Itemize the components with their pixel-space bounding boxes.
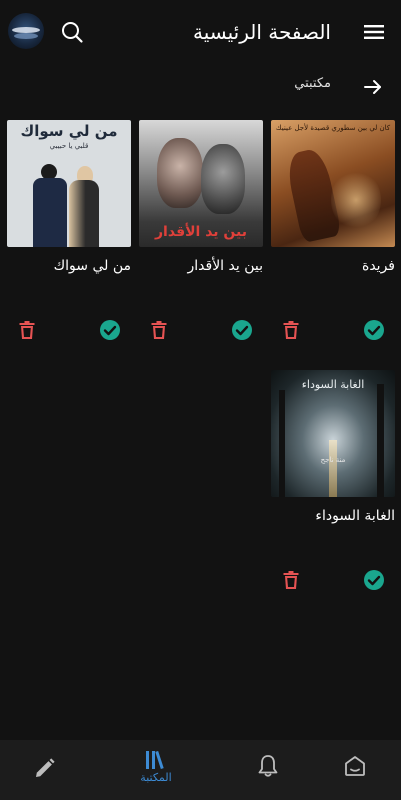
bell-icon bbox=[258, 755, 278, 777]
page-title: الصفحة الرئيسية bbox=[193, 20, 331, 44]
menu-button[interactable] bbox=[360, 18, 388, 46]
cover-text: بين يد الأقدار bbox=[155, 224, 247, 240]
app-logo[interactable] bbox=[8, 13, 44, 49]
cover-tree bbox=[377, 384, 384, 497]
search-icon bbox=[62, 22, 83, 43]
cover-path bbox=[329, 440, 337, 497]
mark-read-button[interactable] bbox=[362, 568, 386, 592]
trash-icon bbox=[151, 321, 167, 339]
hamburger-menu-icon bbox=[364, 25, 384, 39]
logo-wave bbox=[14, 33, 38, 39]
nav-label-library: المكتبة bbox=[140, 771, 172, 784]
book-title[interactable]: بين يد الأقدار bbox=[139, 256, 264, 276]
book-card[interactable]: الغابة السوداء منة ناجح الغابة السوداء bbox=[271, 370, 395, 590]
cover-figure-body bbox=[33, 178, 67, 247]
book-card[interactable]: من لي سواك قلبي يا حبيبي من لي سواك bbox=[7, 120, 131, 340]
cover-face bbox=[201, 144, 245, 214]
cover-figure-body bbox=[69, 180, 99, 247]
book-cover[interactable]: الغابة السوداء منة ناجح bbox=[271, 370, 395, 497]
delete-button[interactable] bbox=[279, 568, 303, 592]
delete-button[interactable] bbox=[147, 318, 171, 342]
cover-tree bbox=[279, 390, 285, 497]
book-title[interactable]: من لي سواك bbox=[7, 256, 131, 276]
cover-text: كان لي بين سطوري قصيدة لأجل عينيك bbox=[275, 124, 391, 132]
cover-face bbox=[157, 138, 203, 208]
home-icon bbox=[345, 756, 365, 776]
trash-icon bbox=[19, 321, 35, 339]
check-circle-icon bbox=[364, 570, 384, 590]
app-bar: الصفحة الرئيسية bbox=[0, 0, 401, 66]
nav-item-notifications[interactable] bbox=[218, 740, 318, 800]
delete-button[interactable] bbox=[279, 318, 303, 342]
check-circle-icon bbox=[364, 320, 384, 340]
cover-subtext: قلبي يا حبيبي bbox=[49, 142, 89, 150]
book-cover[interactable]: من لي سواك قلبي يا حبيبي bbox=[7, 120, 131, 247]
arrow-right-icon bbox=[364, 80, 381, 94]
nav-item-home[interactable] bbox=[305, 740, 401, 800]
cover-text: من لي سواك bbox=[20, 122, 118, 140]
cover-light bbox=[331, 170, 381, 230]
search-button[interactable] bbox=[58, 18, 86, 46]
library-icon bbox=[146, 750, 164, 770]
book-cover[interactable]: بين يد الأقدار bbox=[139, 120, 263, 247]
nav-item-library[interactable]: المكتبة bbox=[106, 740, 206, 800]
bottom-navigation: المكتبة bbox=[0, 740, 401, 800]
book-card[interactable]: كان لي بين سطوري قصيدة لأجل عينيك فريدة bbox=[271, 120, 395, 340]
pencil-icon bbox=[36, 758, 55, 777]
cover-subtext: منة ناجح bbox=[320, 456, 346, 464]
section-back-button[interactable] bbox=[360, 74, 386, 100]
library-section-header: مكتبتي bbox=[0, 70, 401, 104]
trash-icon bbox=[283, 321, 299, 339]
mark-read-button[interactable] bbox=[362, 318, 386, 342]
section-title: مكتبتي bbox=[294, 76, 331, 91]
mark-read-button[interactable] bbox=[98, 318, 122, 342]
cover-text: الغابة السوداء bbox=[301, 378, 365, 391]
check-circle-icon bbox=[100, 320, 120, 340]
delete-button[interactable] bbox=[15, 318, 39, 342]
book-card[interactable]: بين يد الأقدار بين يد الأقدار bbox=[139, 120, 263, 340]
mark-read-button[interactable] bbox=[230, 318, 254, 342]
check-circle-icon bbox=[232, 320, 252, 340]
nav-item-write[interactable] bbox=[0, 740, 100, 800]
book-title[interactable]: فريدة bbox=[271, 256, 395, 276]
book-cover[interactable]: كان لي بين سطوري قصيدة لأجل عينيك bbox=[271, 120, 395, 247]
book-title[interactable]: الغابة السوداء bbox=[271, 506, 395, 526]
trash-icon bbox=[283, 571, 299, 589]
